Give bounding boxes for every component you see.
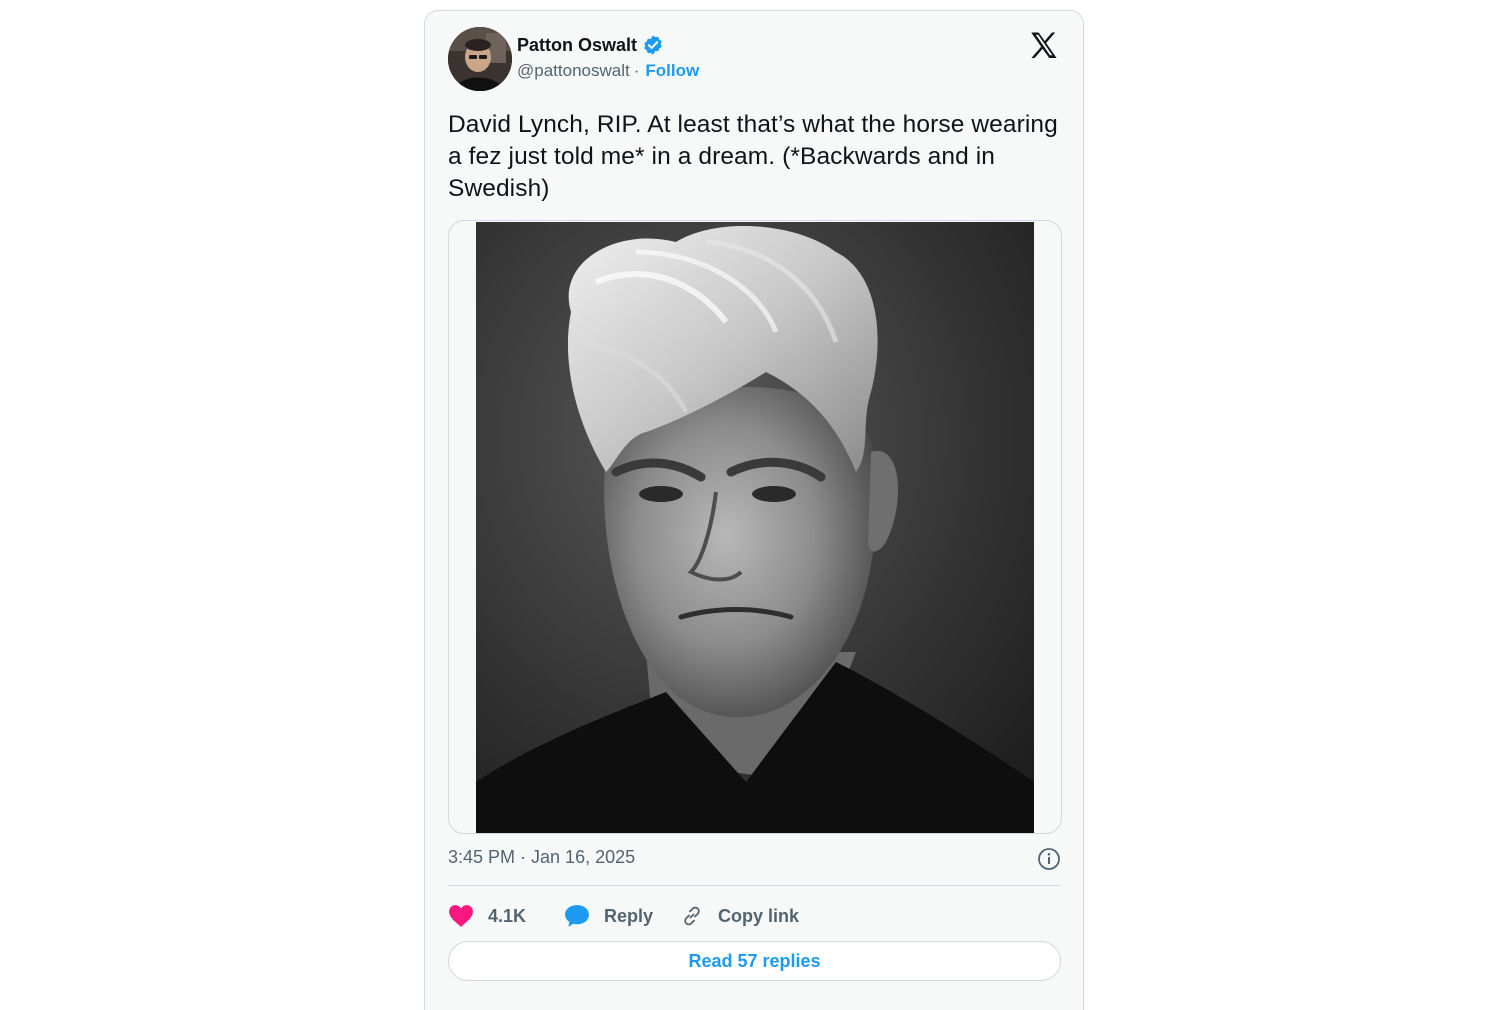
reply-label: Reply	[604, 905, 654, 926]
copy-link-label: Copy link	[718, 905, 800, 926]
tweet-header: Patton Oswalt @pattonoswalt · Follow	[448, 27, 1061, 93]
tweet-embed-card: Patton Oswalt @pattonoswalt · Follow Dav…	[424, 10, 1084, 1010]
author-handle[interactable]: @pattonoswalt	[517, 61, 630, 81]
like-count: 4.1K	[488, 905, 527, 926]
portrait-photo	[476, 222, 1034, 833]
link-icon	[680, 904, 704, 928]
author-block: Patton Oswalt @pattonoswalt · Follow	[517, 33, 699, 81]
copy-link-button[interactable]: Copy link	[680, 904, 840, 928]
read-replies-button[interactable]: Read 57 replies	[448, 941, 1061, 981]
tweet-timestamp[interactable]: 3:45 PM · Jan 16, 2025	[448, 847, 635, 867]
avatar[interactable]	[448, 27, 512, 91]
tweet-text: David Lynch, RIP. At least that’s what t…	[448, 111, 1058, 202]
like-button[interactable]: 4.1K	[448, 904, 564, 928]
handle-separator: ·	[633, 61, 640, 80]
author-display-name[interactable]: Patton Oswalt	[517, 35, 637, 56]
tweet-actions: 4.1K Reply Copy link	[448, 901, 1061, 931]
follow-button[interactable]: Follow	[645, 61, 699, 81]
speech-bubble-icon	[564, 904, 590, 928]
tweet-media[interactable]	[448, 220, 1062, 834]
heart-icon	[448, 904, 474, 928]
verified-badge-icon	[642, 34, 664, 56]
x-logo-icon[interactable]	[1027, 29, 1061, 63]
divider	[448, 885, 1061, 886]
info-icon[interactable]	[1037, 847, 1061, 871]
reply-button[interactable]: Reply	[564, 904, 680, 928]
timestamp-row: 3:45 PM · Jan 16, 2025	[448, 847, 1061, 871]
